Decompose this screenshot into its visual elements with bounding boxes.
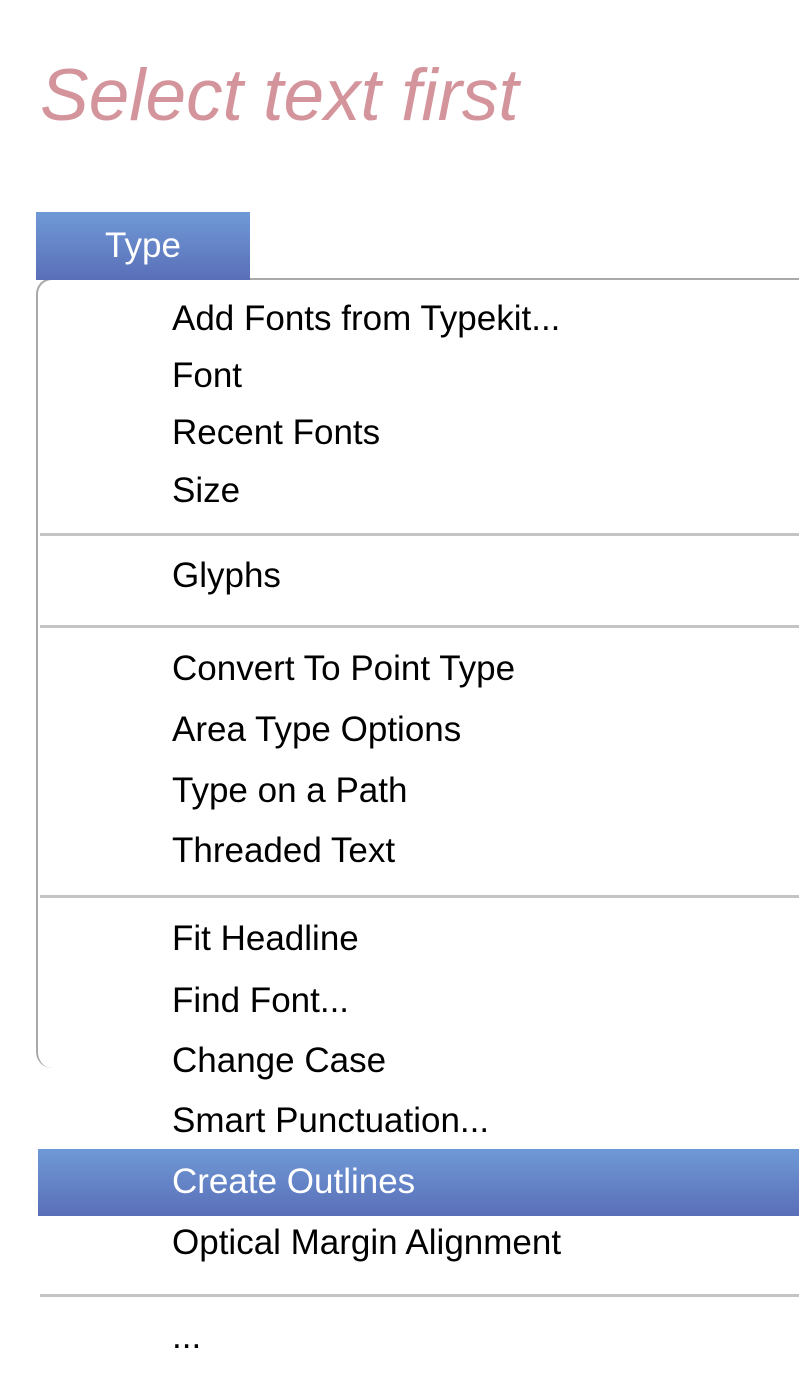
menu-item-size[interactable]: Size — [38, 460, 799, 522]
menu-item-fit-headline[interactable]: Fit Headline — [38, 908, 799, 970]
menu-separator — [40, 1294, 799, 1297]
menu-item-type-on-a-path[interactable]: Type on a Path — [38, 760, 799, 822]
instruction-heading: Select text first — [40, 55, 519, 136]
menu-item-threaded-text[interactable]: Threaded Text — [38, 820, 799, 882]
menu-item-smart-punctuation[interactable]: Smart Punctuation... — [38, 1090, 799, 1152]
menu-item-change-case[interactable]: Change Case — [38, 1030, 799, 1092]
menu-title-type[interactable]: Type — [36, 212, 250, 280]
menu-item-optical-margin-alignment[interactable]: Optical Margin Alignment — [38, 1212, 799, 1274]
menu-item-glyphs[interactable]: Glyphs — [38, 545, 799, 607]
menu-item-add-fonts-from-typekit[interactable]: Add Fonts from Typekit... — [38, 288, 799, 350]
menu-separator — [40, 533, 799, 536]
menu-item-recent-fonts[interactable]: Recent Fonts — [38, 402, 799, 464]
menu-item-more[interactable]: ... — [38, 1306, 799, 1368]
menu-item-area-type-options[interactable]: Area Type Options — [38, 699, 799, 761]
menu-item-convert-to-point-type[interactable]: Convert To Point Type — [38, 638, 799, 700]
menu-item-find-font[interactable]: Find Font... — [38, 970, 799, 1032]
menu-item-create-outlines[interactable]: Create Outlines — [38, 1149, 799, 1216]
menu-item-font[interactable]: Font — [38, 345, 799, 407]
menu-separator — [40, 895, 799, 898]
menu-separator — [40, 625, 799, 628]
